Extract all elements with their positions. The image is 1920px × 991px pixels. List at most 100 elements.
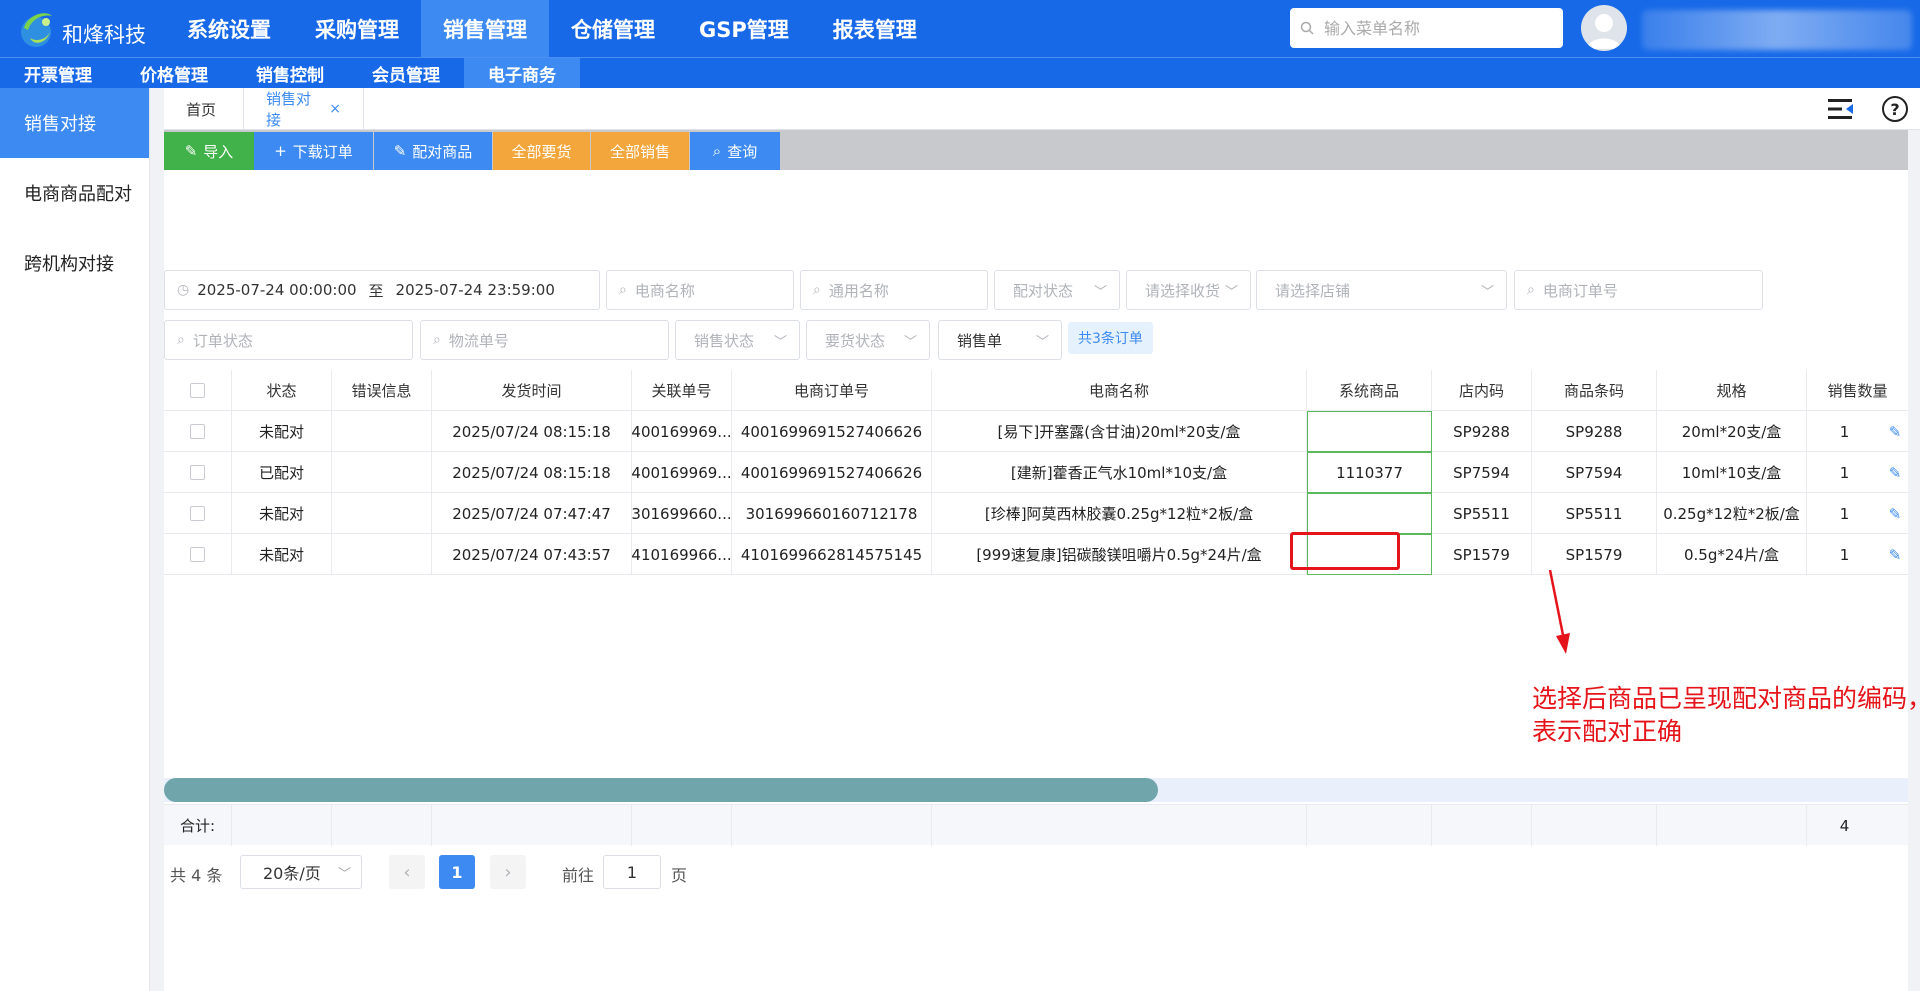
checkbox[interactable]: [190, 506, 205, 521]
menu-reports[interactable]: 报表管理: [811, 0, 939, 57]
header-store-code: 店内码: [1432, 370, 1532, 411]
page-tabs: 首页 销售对接 × ?: [164, 88, 1920, 130]
table-row[interactable]: 未配对 2025/07/24 08:15:18 400169969... 400…: [164, 411, 1908, 452]
chevron-down-icon: ﹀: [903, 335, 917, 350]
cell-store-code: SP5511: [1432, 493, 1532, 534]
sale-status-select[interactable]: 销售状态 ﹀: [675, 320, 800, 360]
row-select[interactable]: [164, 411, 232, 452]
menu-sales[interactable]: 销售管理: [421, 0, 549, 57]
checkbox[interactable]: [190, 547, 205, 562]
sidebar-item-cross-org[interactable]: 跨机构对接: [0, 228, 149, 298]
match-products-label: 配对商品: [412, 142, 473, 161]
header-select-all[interactable]: [164, 370, 232, 411]
goto-label: 前往: [562, 866, 595, 885]
cell-status: 未配对: [232, 493, 332, 534]
request-status-select[interactable]: 要货状态 ﹀: [806, 320, 930, 360]
edit-icon[interactable]: ✎: [1882, 493, 1908, 534]
submenu-ecommerce[interactable]: 电子商务: [464, 58, 580, 88]
page-number-current[interactable]: 1: [439, 855, 475, 889]
menu-search-input[interactable]: [1324, 18, 1544, 38]
row-select[interactable]: [164, 534, 232, 575]
match-status-select[interactable]: 配对状态 ﹀: [994, 270, 1120, 310]
tab-home[interactable]: 首页: [164, 88, 244, 130]
download-orders-button[interactable]: + 下载订单: [254, 132, 373, 170]
sidebar-item-ec-product-match[interactable]: 电商商品配对: [0, 158, 149, 228]
menu-system-settings[interactable]: 系统设置: [165, 0, 293, 57]
submenu-sales-control[interactable]: 销售控制: [232, 58, 348, 88]
brand-logo[interactable]: 和烽科技: [16, 8, 146, 50]
scrollbar-thumb[interactable]: [164, 778, 1159, 802]
menu-search[interactable]: [1290, 8, 1563, 48]
import-button[interactable]: ✎ 导入: [164, 132, 254, 170]
search-icon: [1300, 21, 1314, 35]
checkbox[interactable]: [190, 383, 205, 398]
menu-collapse-icon[interactable]: [1828, 98, 1854, 120]
edit-icon[interactable]: ✎: [1882, 411, 1908, 452]
common-name-placeholder: 通用名称: [828, 281, 889, 300]
summary-cell: [332, 805, 432, 846]
summary-label: 合计:: [164, 805, 232, 846]
submenu-invoice[interactable]: 开票管理: [0, 58, 116, 88]
cell-qty: 1: [1839, 422, 1850, 441]
help-icon[interactable]: ?: [1882, 96, 1908, 122]
table-row[interactable]: 未配对 2025/07/24 07:43:57 410169966... 410…: [164, 534, 1908, 575]
checkbox[interactable]: [190, 424, 205, 439]
date-range-picker[interactable]: ◷ 2025-07-24 00:00:00 至 2025-07-24 23:59…: [164, 270, 600, 310]
cell-error: [332, 534, 432, 575]
sidebar-item-sales-docking[interactable]: 销售对接: [0, 88, 149, 158]
next-page-button[interactable]: ›: [490, 855, 526, 889]
order-status-field[interactable]: ⌕ 订单状态: [164, 320, 413, 360]
cell-sys-item[interactable]: [1307, 493, 1432, 534]
store-placeholder: 请选择店铺: [1275, 281, 1351, 300]
all-sale-button[interactable]: 全部销售: [591, 132, 689, 170]
cell-rel-no: 301699660...: [632, 493, 732, 534]
receiver-select[interactable]: 请选择收货 ﹀: [1126, 270, 1251, 310]
query-button[interactable]: ⌕ 查询: [690, 132, 780, 170]
user-info-blurred[interactable]: [1642, 10, 1912, 50]
tab-sales-docking[interactable]: 销售对接 ×: [244, 88, 364, 130]
common-name-field[interactable]: ⌕ 通用名称: [800, 270, 988, 310]
close-icon[interactable]: ×: [329, 101, 341, 117]
edit-icon[interactable]: ✎: [1882, 534, 1908, 575]
table-row[interactable]: 未配对 2025/07/24 07:47:47 301699660... 301…: [164, 493, 1908, 534]
menu-purchase[interactable]: 采购管理: [293, 0, 421, 57]
cell-sys-item[interactable]: [1307, 411, 1432, 452]
header-status: 状态: [232, 370, 332, 411]
edit-icon[interactable]: ✎: [1882, 452, 1908, 493]
goto-page-input[interactable]: 1: [603, 855, 661, 889]
search-icon: ⌕: [813, 282, 821, 298]
logistics-no-field[interactable]: ⌕ 物流单号: [420, 320, 669, 360]
submenu-price[interactable]: 价格管理: [116, 58, 232, 88]
ec-order-no-placeholder: 电商订单号: [1542, 281, 1618, 300]
match-products-button[interactable]: ✎ 配对商品: [374, 132, 492, 170]
menu-gsp[interactable]: GSP管理: [677, 0, 811, 57]
header-error: 错误信息: [332, 370, 432, 411]
arrow-icon: [1548, 570, 1570, 654]
doc-type-select[interactable]: 销售单 ﹀: [938, 320, 1062, 360]
menu-warehouse[interactable]: 仓储管理: [549, 0, 677, 57]
search-icon: ⌕: [1527, 282, 1535, 298]
ec-name-field[interactable]: ⌕ 电商名称: [606, 270, 794, 310]
cell-sys-item[interactable]: 1110377: [1307, 452, 1432, 493]
cell-barcode: SP9288: [1532, 411, 1657, 452]
submenu-member[interactable]: 会员管理: [348, 58, 464, 88]
user-avatar[interactable]: [1581, 5, 1627, 51]
header-ec-order: 电商订单号: [732, 370, 932, 411]
main-menu: 系统设置 采购管理 销售管理 仓储管理 GSP管理 报表管理: [165, 0, 939, 57]
row-select[interactable]: [164, 493, 232, 534]
page-unit-label: 页: [671, 866, 688, 885]
cell-ec-order: 301699660160712178: [732, 493, 932, 534]
page-size-select[interactable]: 20条/页 ﹀: [240, 855, 362, 889]
ec-order-no-field[interactable]: ⌕ 电商订单号: [1514, 270, 1763, 310]
horizontal-scrollbar[interactable]: [164, 778, 1908, 802]
table-row[interactable]: 已配对 2025/07/24 08:15:18 400169969... 400…: [164, 452, 1908, 493]
all-request-button[interactable]: 全部要货: [493, 132, 590, 170]
sale-status-placeholder: 销售状态: [694, 331, 755, 350]
prev-page-button[interactable]: ‹: [389, 855, 425, 889]
logo-icon: [16, 8, 60, 50]
row-select[interactable]: [164, 452, 232, 493]
all-sale-label: 全部销售: [609, 142, 670, 161]
store-select[interactable]: 请选择店铺 ﹀: [1256, 270, 1507, 310]
cell-barcode: SP7594: [1532, 452, 1657, 493]
checkbox[interactable]: [190, 465, 205, 480]
